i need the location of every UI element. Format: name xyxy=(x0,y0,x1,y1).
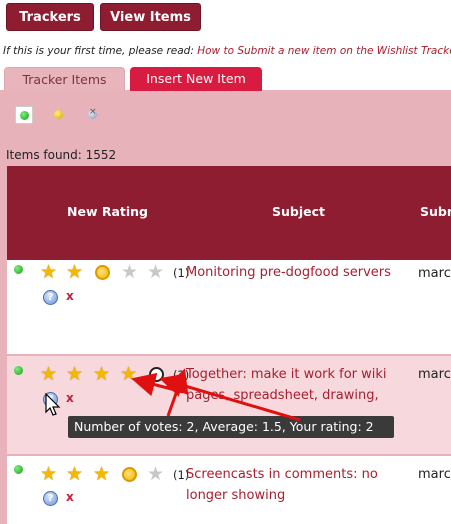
annotation-arrows xyxy=(131,368,301,422)
arrow-to-hover-star xyxy=(159,373,301,422)
